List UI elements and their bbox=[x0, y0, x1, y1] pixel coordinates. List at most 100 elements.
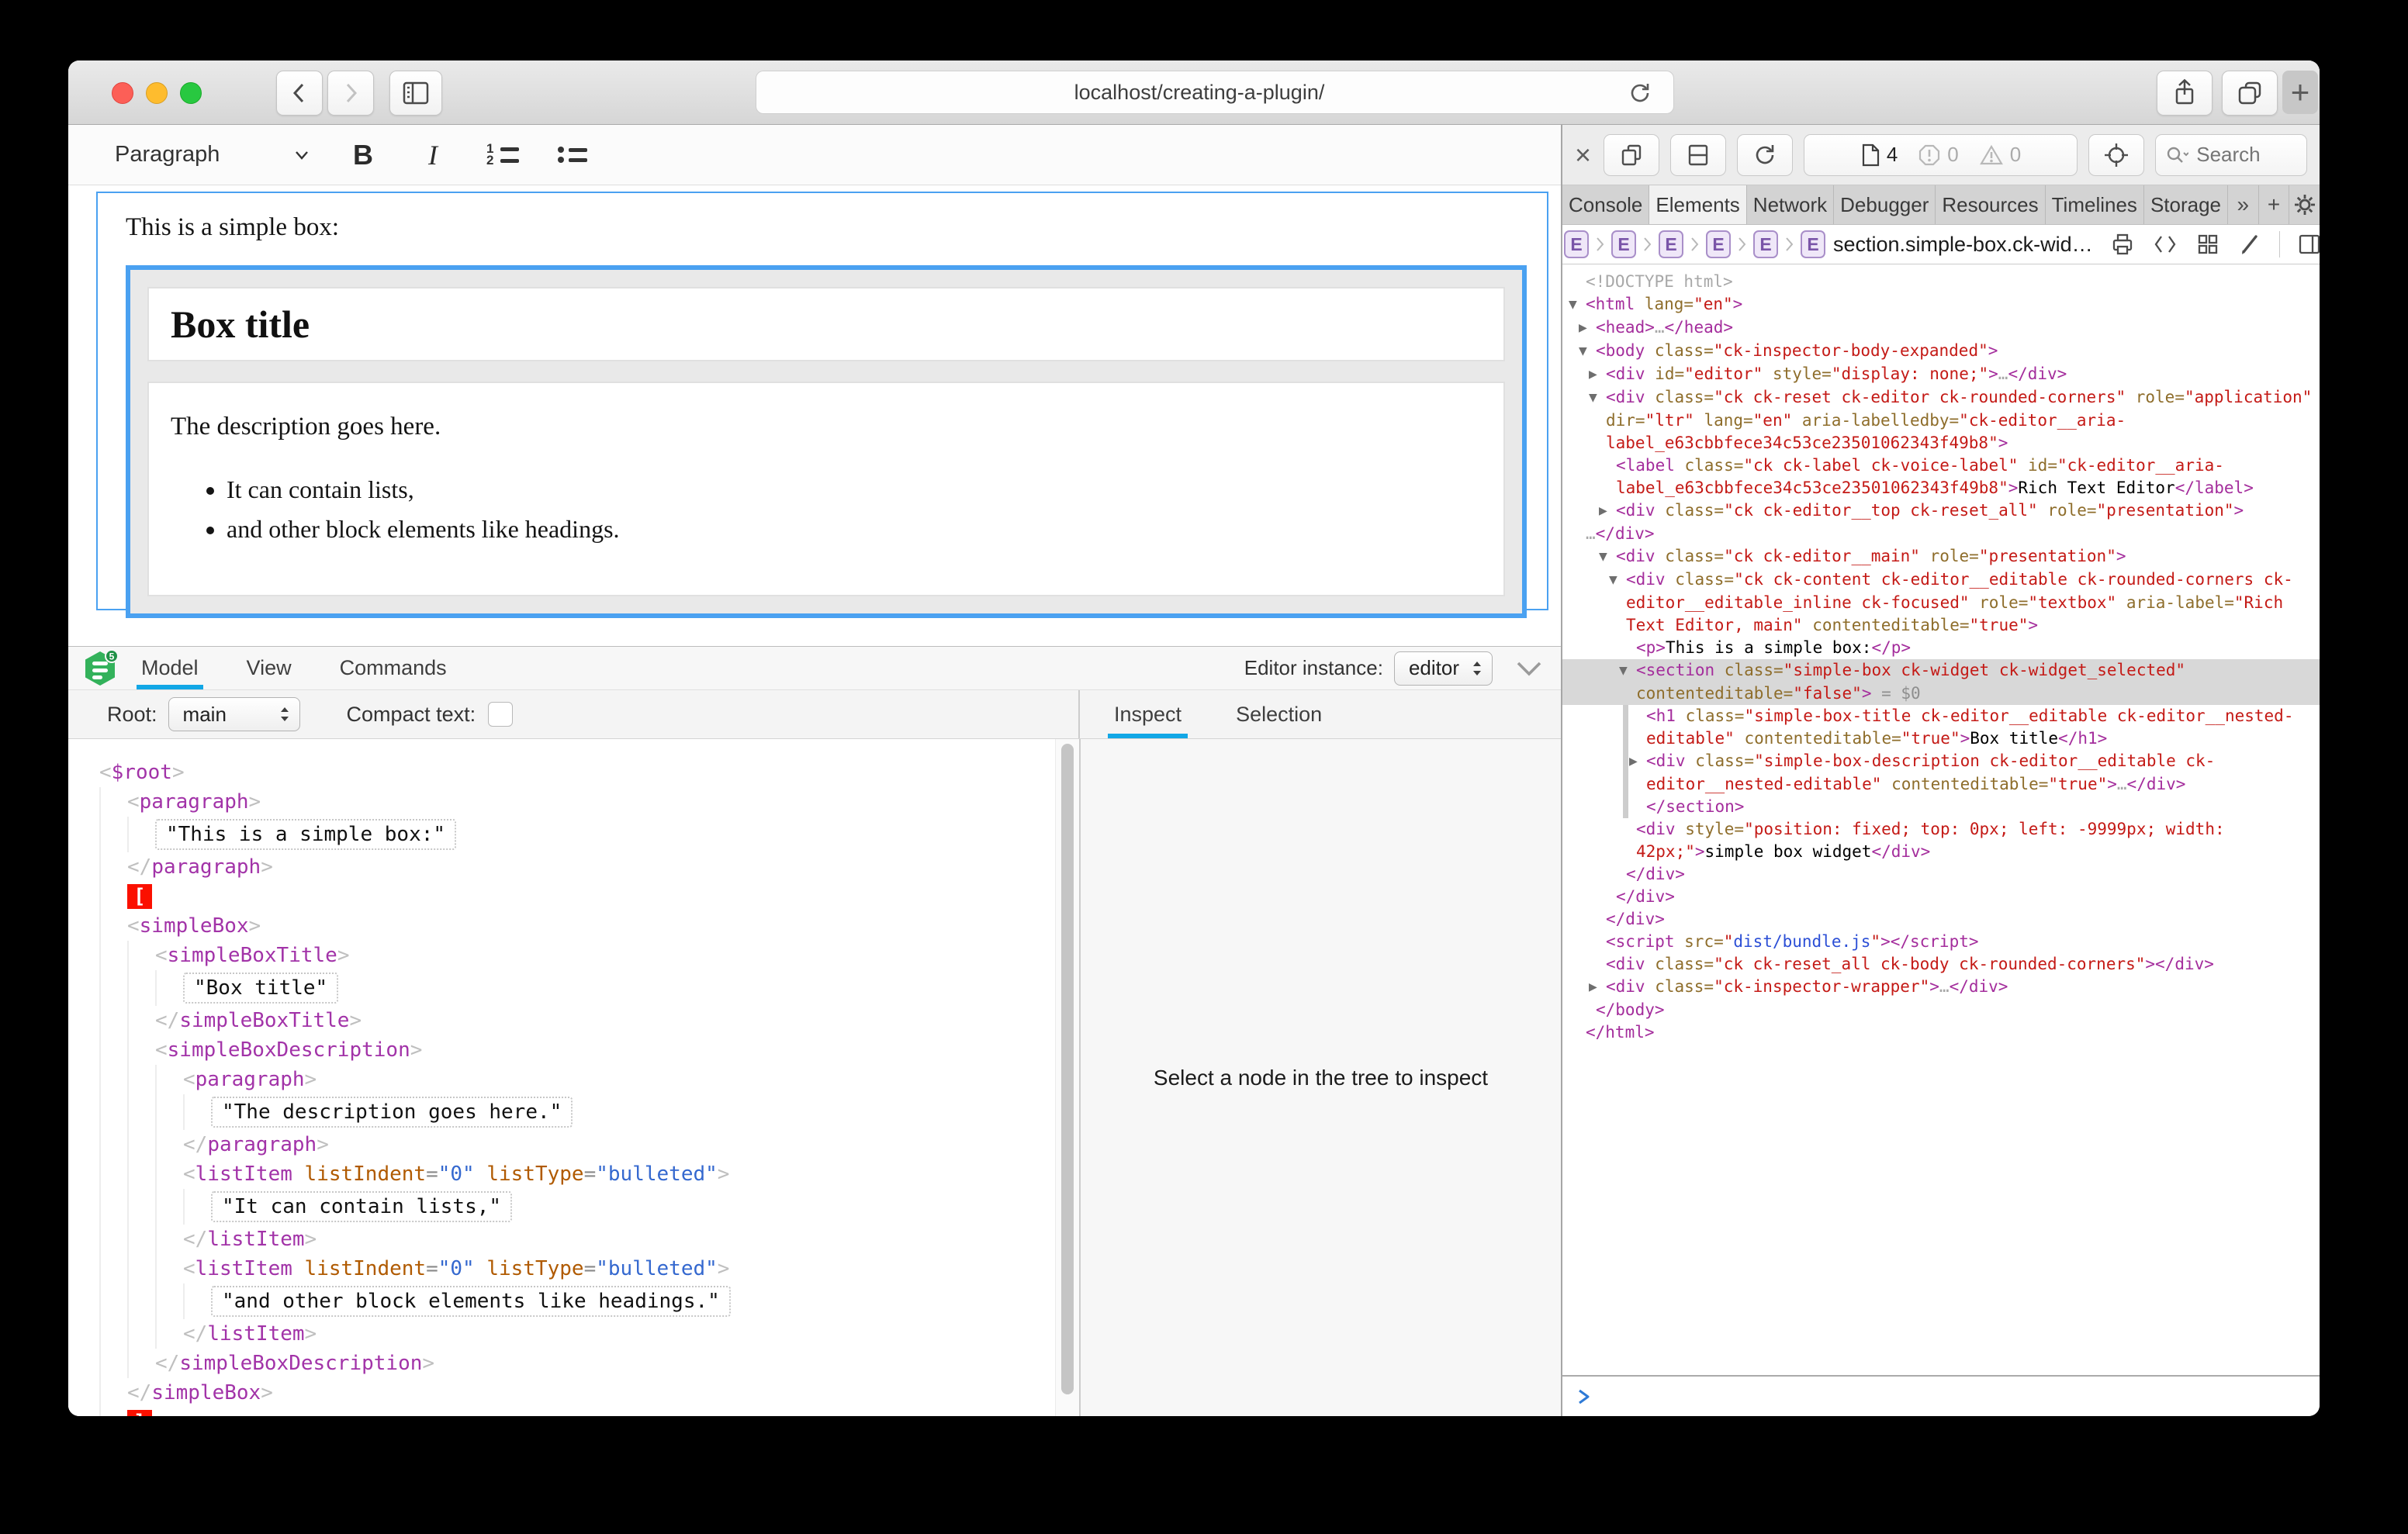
dom-tree-node[interactable]: <h1 class="simple-box-title ck-editor__e… bbox=[1562, 705, 2320, 750]
console-prompt-row[interactable] bbox=[1562, 1375, 2320, 1416]
dom-tree-node[interactable]: ▶<div id="editor" style="display: none;"… bbox=[1562, 363, 2320, 386]
model-tree-node[interactable]: "and other block elements like headings.… bbox=[99, 1284, 1055, 1319]
simple-box-title-field[interactable]: Box title bbox=[147, 287, 1505, 361]
inspector-tab-model[interactable]: Model bbox=[141, 647, 199, 689]
force-pseudo-classes-button[interactable] bbox=[2237, 232, 2262, 257]
dom-tree-node[interactable]: </section> bbox=[1562, 796, 2320, 818]
model-tree-node[interactable]: <simpleBoxDescription> bbox=[99, 1035, 1055, 1065]
breadcrumb-element-badge[interactable]: E bbox=[1753, 230, 1778, 258]
model-tree-node[interactable]: <simpleBox> bbox=[99, 911, 1055, 941]
compact-text-checkbox[interactable] bbox=[488, 702, 513, 727]
address-bar[interactable] bbox=[756, 71, 1674, 114]
inspector-side-tab-selection[interactable]: Selection bbox=[1236, 690, 1322, 738]
breadcrumb-element-badge[interactable]: E bbox=[1611, 230, 1636, 258]
model-tree-node[interactable]: <listItem listIndent="0" listType="bulle… bbox=[99, 1254, 1055, 1284]
dom-tree-node[interactable]: ▼<div class="ck ck-reset ck-editor ck-ro… bbox=[1562, 386, 2320, 454]
breadcrumb-element-badge[interactable]: E bbox=[1564, 230, 1589, 258]
inspector-side-tab-inspect[interactable]: Inspect bbox=[1114, 690, 1182, 738]
breadcrumb-element-badge[interactable]: E bbox=[1706, 230, 1731, 258]
model-tree-node[interactable]: </simpleBox> bbox=[99, 1378, 1055, 1408]
devtools-tab-resources[interactable]: Resources bbox=[1936, 185, 2045, 224]
model-tree-node[interactable]: </listItem> bbox=[99, 1225, 1055, 1254]
toggle-details-sidebar-button[interactable] bbox=[2297, 232, 2320, 257]
more-tabs-button[interactable]: » bbox=[2228, 185, 2259, 224]
root-select[interactable]: main bbox=[168, 697, 300, 731]
italic-button[interactable]: I bbox=[416, 139, 450, 171]
new-tab-button[interactable]: + bbox=[2282, 71, 2318, 114]
devtools-tab-elements[interactable]: Elements bbox=[1649, 185, 1746, 224]
dom-tree-node[interactable]: ▼<div class="ck ck-editor__main" role="p… bbox=[1562, 545, 2320, 568]
disclosure-closed-icon[interactable]: ▶ bbox=[1629, 751, 1646, 773]
editor-instance-select[interactable]: editor bbox=[1394, 651, 1493, 686]
grid-overlay-button[interactable] bbox=[2195, 232, 2220, 257]
disclosure-closed-icon[interactable]: ▶ bbox=[1579, 317, 1596, 340]
devtools-tab-console[interactable]: Console bbox=[1562, 185, 1649, 224]
dom-tree-node[interactable]: ▶<div class="ck ck-editor__top ck-reset_… bbox=[1562, 499, 2320, 523]
model-tree-node[interactable]: ] bbox=[99, 1408, 1055, 1416]
reload-button[interactable] bbox=[1628, 81, 1652, 109]
model-tree-node[interactable]: <paragraph> bbox=[99, 1065, 1055, 1094]
model-tree-node[interactable]: [ bbox=[99, 882, 1055, 911]
model-tree-node[interactable]: "The description goes here." bbox=[99, 1094, 1055, 1130]
model-tree-scrollbar[interactable] bbox=[1055, 739, 1079, 1416]
sidebar-toggle-button[interactable] bbox=[389, 71, 442, 116]
dom-tree-node[interactable]: <script src="dist/bundle.js"></script> bbox=[1562, 931, 2320, 953]
model-tree-node[interactable]: </simpleBoxDescription> bbox=[99, 1349, 1055, 1378]
dom-tree-node[interactable]: <p>This is a simple box:</p> bbox=[1562, 637, 2320, 659]
dom-tree-node[interactable]: </body> bbox=[1562, 999, 2320, 1021]
numbered-list-button[interactable]: 1 2 bbox=[486, 145, 520, 164]
model-tree-node[interactable]: <paragraph> bbox=[99, 787, 1055, 817]
disclosure-open-icon[interactable]: ▼ bbox=[1619, 660, 1636, 682]
model-tree-node[interactable]: </paragraph> bbox=[99, 852, 1055, 882]
breadcrumb-element-badge[interactable]: E bbox=[1659, 230, 1683, 258]
devtools-tab-network[interactable]: Network bbox=[1747, 185, 1834, 224]
inspector-tab-commands[interactable]: Commands bbox=[340, 647, 447, 689]
back-button[interactable] bbox=[276, 71, 323, 116]
show-source-button[interactable] bbox=[2152, 233, 2178, 256]
split-console-button[interactable] bbox=[1670, 134, 1726, 176]
model-tree-node[interactable]: <listItem listIndent="0" listType="bulle… bbox=[99, 1159, 1055, 1189]
search-input[interactable] bbox=[2195, 142, 2283, 168]
devtools-search-field[interactable] bbox=[2155, 134, 2307, 176]
share-button[interactable] bbox=[2157, 71, 2213, 116]
dom-tree-node[interactable]: ▼<div class="ck ck-content ck-editor__ed… bbox=[1562, 568, 2320, 637]
dom-tree-node[interactable]: <div style="position: fixed; top: 0px; l… bbox=[1562, 818, 2320, 863]
dom-tree-node[interactable]: ▼<html lang="en"> bbox=[1562, 293, 2320, 316]
dom-tree-node[interactable]: <label class="ck ck-label ck-voice-label… bbox=[1562, 454, 2320, 499]
settings-button[interactable] bbox=[2289, 185, 2320, 224]
model-tree-node[interactable]: <$root> bbox=[99, 758, 1055, 787]
dom-tree-node[interactable]: ▼<body class="ck-inspector-body-expanded… bbox=[1562, 340, 2320, 363]
add-tab-button[interactable]: + bbox=[2259, 185, 2290, 224]
dock-side-button[interactable] bbox=[1604, 134, 1659, 176]
bulleted-list-button[interactable] bbox=[555, 147, 590, 163]
dom-tree-node[interactable]: </html> bbox=[1562, 1021, 2320, 1044]
element-picker-button[interactable] bbox=[2088, 134, 2144, 176]
model-tree-node[interactable]: </simpleBoxTitle> bbox=[99, 1006, 1055, 1035]
disclosure-closed-icon[interactable]: ▶ bbox=[1589, 364, 1606, 386]
page-count-badge[interactable]: 4 bbox=[1860, 143, 1898, 168]
heading-dropdown[interactable]: Paragraph bbox=[115, 142, 310, 168]
reload-page-button[interactable] bbox=[1737, 134, 1793, 176]
close-devtools-button[interactable]: × bbox=[1575, 143, 1591, 167]
forward-button[interactable] bbox=[327, 71, 374, 116]
disclosure-open-icon[interactable]: ▼ bbox=[1599, 546, 1616, 568]
model-tree-node[interactable]: </listItem> bbox=[99, 1319, 1055, 1349]
dom-tree-node[interactable]: </div> bbox=[1562, 886, 2320, 908]
disclosure-open-icon[interactable]: ▼ bbox=[1579, 340, 1596, 363]
dom-tree-node[interactable]: …</div> bbox=[1562, 523, 2320, 545]
dom-tree-node[interactable]: <!DOCTYPE html> bbox=[1562, 271, 2320, 293]
breadcrumb-current-node[interactable]: section.simple-box.ck-wid… bbox=[1833, 233, 2093, 257]
warning-badge[interactable]: 0 bbox=[1979, 143, 2021, 167]
breadcrumb-element-badge[interactable]: E bbox=[1801, 230, 1825, 258]
collapse-inspector-button[interactable] bbox=[1514, 658, 1544, 679]
print-styles-button[interactable] bbox=[2110, 232, 2135, 257]
minimize-window-button[interactable] bbox=[146, 82, 168, 104]
disclosure-open-icon[interactable]: ▼ bbox=[1589, 387, 1606, 409]
devtools-tab-timelines[interactable]: Timelines bbox=[2046, 185, 2144, 224]
model-tree-node[interactable]: <simpleBoxTitle> bbox=[99, 941, 1055, 970]
inspector-tab-view[interactable]: View bbox=[247, 647, 292, 689]
dom-tree-node[interactable]: ▶<div class="ck-inspector-wrapper">…</di… bbox=[1562, 976, 2320, 999]
zoom-window-button[interactable] bbox=[180, 82, 202, 104]
dom-tree-node[interactable]: </div> bbox=[1562, 908, 2320, 931]
devtools-tab-storage[interactable]: Storage bbox=[2144, 185, 2228, 224]
